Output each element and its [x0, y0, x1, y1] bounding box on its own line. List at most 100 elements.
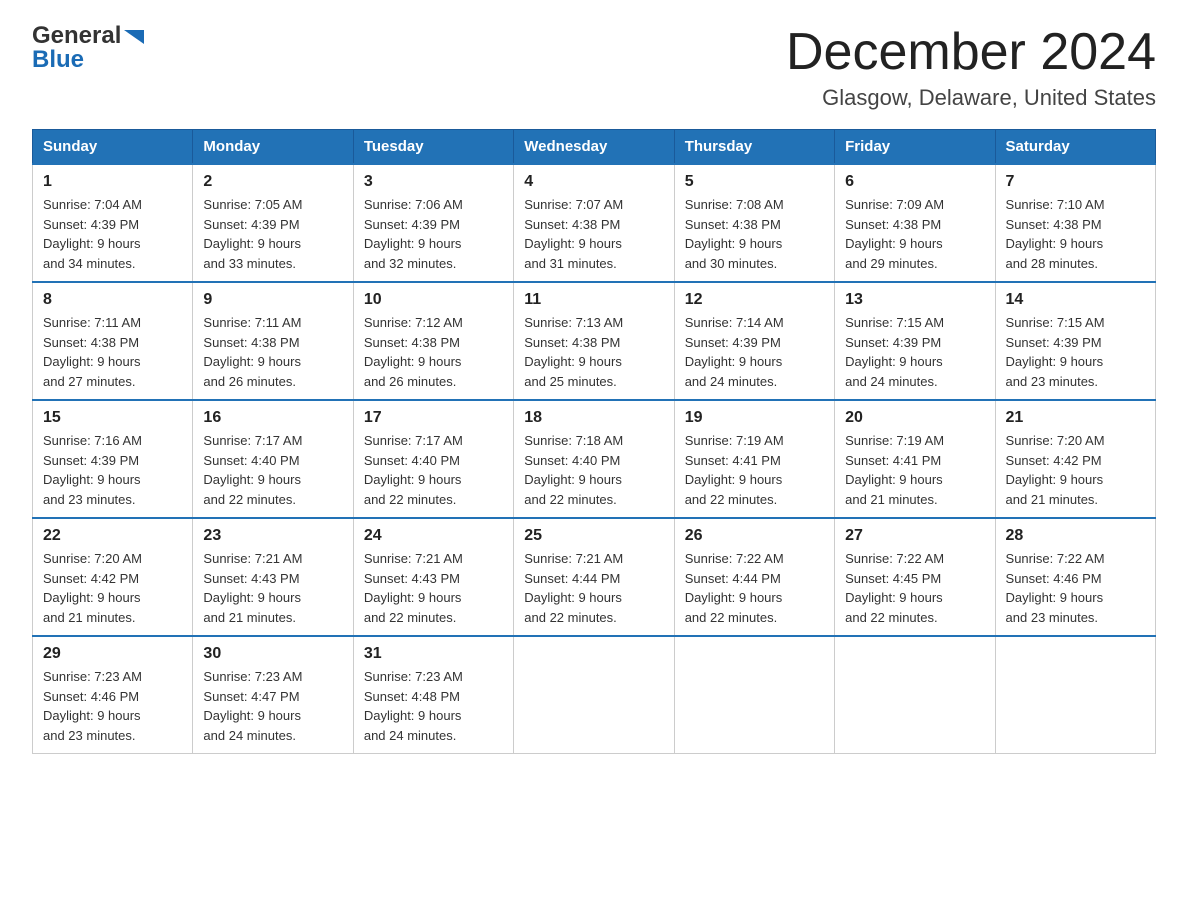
- calendar-cell: 16 Sunrise: 7:17 AMSunset: 4:40 PMDayligh…: [193, 400, 353, 518]
- day-number: 1: [43, 173, 182, 191]
- col-monday: Monday: [193, 130, 353, 165]
- day-number: 12: [685, 291, 824, 309]
- day-info: Sunrise: 7:21 AMSunset: 4:43 PMDaylight:…: [364, 549, 503, 627]
- calendar-cell: 6 Sunrise: 7:09 AMSunset: 4:38 PMDaylight…: [835, 164, 995, 282]
- day-number: 31: [364, 645, 503, 663]
- day-number: 27: [845, 527, 984, 545]
- day-info: Sunrise: 7:20 AMSunset: 4:42 PMDaylight:…: [1006, 431, 1145, 509]
- week-row-1: 1 Sunrise: 7:04 AMSunset: 4:39 PMDaylight…: [33, 164, 1156, 282]
- calendar-cell: 24 Sunrise: 7:21 AMSunset: 4:43 PMDayligh…: [353, 518, 513, 636]
- day-info: Sunrise: 7:22 AMSunset: 4:44 PMDaylight:…: [685, 549, 824, 627]
- calendar-cell: 4 Sunrise: 7:07 AMSunset: 4:38 PMDaylight…: [514, 164, 674, 282]
- day-info: Sunrise: 7:22 AMSunset: 4:45 PMDaylight:…: [845, 549, 984, 627]
- day-number: 4: [524, 173, 663, 191]
- day-info: Sunrise: 7:13 AMSunset: 4:38 PMDaylight:…: [524, 313, 663, 391]
- col-sunday: Sunday: [33, 130, 193, 165]
- calendar-cell: 7 Sunrise: 7:10 AMSunset: 4:38 PMDaylight…: [995, 164, 1155, 282]
- col-thursday: Thursday: [674, 130, 834, 165]
- day-info: Sunrise: 7:23 AMSunset: 4:48 PMDaylight:…: [364, 667, 503, 745]
- calendar-cell: [514, 636, 674, 754]
- page-header: General Blue December 2024 Glasgow, Dela…: [32, 24, 1156, 111]
- day-number: 22: [43, 527, 182, 545]
- calendar-cell: 28Sunrise: 7:22 AMSunset: 4:46 PMDayligh…: [995, 518, 1155, 636]
- day-info: Sunrise: 7:10 AMSunset: 4:38 PMDaylight:…: [1006, 195, 1145, 273]
- day-number: 18: [524, 409, 663, 427]
- logo: General Blue: [32, 24, 144, 72]
- day-number: 10: [364, 291, 503, 309]
- calendar-cell: [995, 636, 1155, 754]
- day-number: 9: [203, 291, 342, 309]
- calendar-cell: 23 Sunrise: 7:21 AMSunset: 4:43 PMDayligh…: [193, 518, 353, 636]
- day-info: Sunrise: 7:06 AMSunset: 4:39 PMDaylight:…: [364, 195, 503, 273]
- day-info: Sunrise: 7:04 AMSunset: 4:39 PMDaylight:…: [43, 195, 182, 273]
- day-number: 20: [845, 409, 984, 427]
- day-info: Sunrise: 7:21 AMSunset: 4:43 PMDaylight:…: [203, 549, 342, 627]
- day-number: 11: [524, 291, 663, 309]
- day-number: 6: [845, 173, 984, 191]
- day-number: 21: [1006, 409, 1145, 427]
- col-saturday: Saturday: [995, 130, 1155, 165]
- calendar-cell: 8Sunrise: 7:11 AMSunset: 4:38 PMDaylight…: [33, 282, 193, 400]
- calendar-table: Sunday Monday Tuesday Wednesday Thursday…: [32, 129, 1156, 754]
- day-info: Sunrise: 7:14 AMSunset: 4:39 PMDaylight:…: [685, 313, 824, 391]
- week-row-3: 15 Sunrise: 7:16 AMSunset: 4:39 PMDayligh…: [33, 400, 1156, 518]
- calendar-cell: 3Sunrise: 7:06 AMSunset: 4:39 PMDaylight…: [353, 164, 513, 282]
- day-info: Sunrise: 7:19 AMSunset: 4:41 PMDaylight:…: [845, 431, 984, 509]
- day-number: 13: [845, 291, 984, 309]
- calendar-cell: 5Sunrise: 7:08 AMSunset: 4:38 PMDaylight…: [674, 164, 834, 282]
- day-info: Sunrise: 7:11 AMSunset: 4:38 PMDaylight:…: [203, 313, 342, 391]
- calendar-cell: 29 Sunrise: 7:23 AMSunset: 4:46 PMDayligh…: [33, 636, 193, 754]
- calendar-cell: 21 Sunrise: 7:20 AMSunset: 4:42 PMDayligh…: [995, 400, 1155, 518]
- calendar-cell: 12 Sunrise: 7:14 AMSunset: 4:39 PMDayligh…: [674, 282, 834, 400]
- week-row-2: 8Sunrise: 7:11 AMSunset: 4:38 PMDaylight…: [33, 282, 1156, 400]
- day-info: Sunrise: 7:15 AMSunset: 4:39 PMDaylight:…: [1006, 313, 1145, 391]
- calendar-cell: 1 Sunrise: 7:04 AMSunset: 4:39 PMDaylight…: [33, 164, 193, 282]
- calendar-cell: [674, 636, 834, 754]
- day-info: Sunrise: 7:19 AMSunset: 4:41 PMDaylight:…: [685, 431, 824, 509]
- title-area: December 2024 Glasgow, Delaware, United …: [786, 24, 1156, 111]
- day-info: Sunrise: 7:18 AMSunset: 4:40 PMDaylight:…: [524, 431, 663, 509]
- calendar-cell: 19 Sunrise: 7:19 AMSunset: 4:41 PMDayligh…: [674, 400, 834, 518]
- calendar-cell: 27 Sunrise: 7:22 AMSunset: 4:45 PMDayligh…: [835, 518, 995, 636]
- calendar-cell: 11 Sunrise: 7:13 AMSunset: 4:38 PMDayligh…: [514, 282, 674, 400]
- day-info: Sunrise: 7:16 AMSunset: 4:39 PMDaylight:…: [43, 431, 182, 509]
- day-number: 24: [364, 527, 503, 545]
- col-tuesday: Tuesday: [353, 130, 513, 165]
- logo-triangle-icon: [124, 27, 144, 47]
- location-title: Glasgow, Delaware, United States: [786, 85, 1156, 111]
- calendar-cell: 31 Sunrise: 7:23 AMSunset: 4:48 PMDayligh…: [353, 636, 513, 754]
- day-info: Sunrise: 7:17 AMSunset: 4:40 PMDaylight:…: [203, 431, 342, 509]
- calendar-cell: 17Sunrise: 7:17 AMSunset: 4:40 PMDayligh…: [353, 400, 513, 518]
- day-info: Sunrise: 7:15 AMSunset: 4:39 PMDaylight:…: [845, 313, 984, 391]
- day-info: Sunrise: 7:11 AMSunset: 4:38 PMDaylight:…: [43, 313, 182, 391]
- calendar-cell: 22 Sunrise: 7:20 AMSunset: 4:42 PMDayligh…: [33, 518, 193, 636]
- day-info: Sunrise: 7:22 AMSunset: 4:46 PMDaylight:…: [1006, 549, 1145, 627]
- day-number: 19: [685, 409, 824, 427]
- day-info: Sunrise: 7:12 AMSunset: 4:38 PMDaylight:…: [364, 313, 503, 391]
- day-info: Sunrise: 7:07 AMSunset: 4:38 PMDaylight:…: [524, 195, 663, 273]
- calendar-cell: 14 Sunrise: 7:15 AMSunset: 4:39 PMDayligh…: [995, 282, 1155, 400]
- day-info: Sunrise: 7:23 AMSunset: 4:47 PMDaylight:…: [203, 667, 342, 745]
- day-info: Sunrise: 7:23 AMSunset: 4:46 PMDaylight:…: [43, 667, 182, 745]
- day-info: Sunrise: 7:20 AMSunset: 4:42 PMDaylight:…: [43, 549, 182, 627]
- day-number: 29: [43, 645, 182, 663]
- day-info: Sunrise: 7:05 AMSunset: 4:39 PMDaylight:…: [203, 195, 342, 273]
- logo-general-text: General: [32, 24, 121, 48]
- calendar-cell: 25Sunrise: 7:21 AMSunset: 4:44 PMDayligh…: [514, 518, 674, 636]
- day-number: 30: [203, 645, 342, 663]
- day-number: 5: [685, 173, 824, 191]
- calendar-cell: 15 Sunrise: 7:16 AMSunset: 4:39 PMDayligh…: [33, 400, 193, 518]
- calendar-cell: 13 Sunrise: 7:15 AMSunset: 4:39 PMDayligh…: [835, 282, 995, 400]
- day-number: 15: [43, 409, 182, 427]
- day-number: 26: [685, 527, 824, 545]
- calendar-cell: 18 Sunrise: 7:18 AMSunset: 4:40 PMDayligh…: [514, 400, 674, 518]
- calendar-cell: 20 Sunrise: 7:19 AMSunset: 4:41 PMDayligh…: [835, 400, 995, 518]
- day-number: 16: [203, 409, 342, 427]
- day-number: 14: [1006, 291, 1145, 309]
- day-number: 23: [203, 527, 342, 545]
- day-number: 17: [364, 409, 503, 427]
- calendar-cell: 9 Sunrise: 7:11 AMSunset: 4:38 PMDaylight…: [193, 282, 353, 400]
- day-number: 7: [1006, 173, 1145, 191]
- month-title: December 2024: [786, 24, 1156, 81]
- day-info: Sunrise: 7:09 AMSunset: 4:38 PMDaylight:…: [845, 195, 984, 273]
